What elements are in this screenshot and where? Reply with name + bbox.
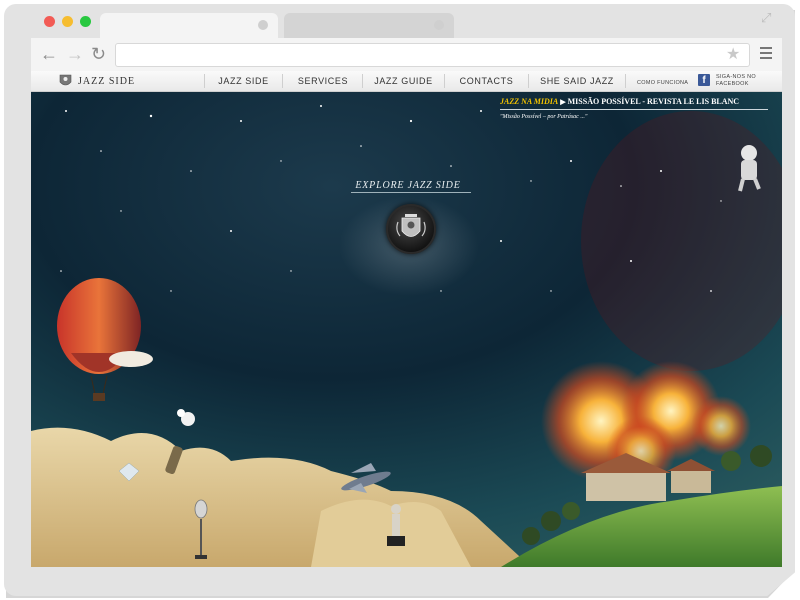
minimize-window-button[interactable] (62, 16, 73, 27)
facebook-follow-line2[interactable]: FACEBOOK (716, 81, 749, 87)
facebook-follow-line1[interactable]: SIGA-NOS NO (716, 74, 756, 80)
como-funciona-link[interactable]: COMO FUNCIONA (637, 80, 688, 86)
news-label: JAZZ NA MIDIA (500, 97, 559, 106)
nav-item-jazz-guide[interactable]: JAZZ GUIDE (363, 71, 444, 91)
tab-close-icon[interactable] (434, 20, 444, 30)
crest-icon (396, 214, 426, 237)
site-brand[interactable]: JAZZ SIDE (78, 76, 135, 87)
facebook-icon[interactable]: f (698, 74, 710, 86)
hero-illustration (31, 91, 782, 567)
news-headline[interactable]: JAZZ NA MIDIA ▶ MISSÃO POSSÍVEL - REVIST… (500, 97, 739, 106)
nav-item-jazz-side[interactable]: JAZZ SIDE (205, 71, 282, 91)
expand-icon[interactable]: ⤢ (761, 10, 771, 26)
address-bar[interactable] (115, 43, 750, 67)
page-viewport: JAZZ SIDE JAZZ SIDE SERVICES JAZZ GUIDE … (31, 71, 782, 567)
explore-emblem-button[interactable] (386, 204, 436, 254)
explore-underline (351, 192, 471, 193)
play-triangle-icon: ▶ (560, 98, 566, 106)
nav-item-contacts[interactable]: CONTACTS (445, 71, 528, 91)
browser-tab-active[interactable] (100, 13, 278, 39)
explore-label[interactable]: EXPLORE JAZZ SIDE (343, 180, 473, 191)
news-underline (500, 109, 768, 110)
zoom-window-button[interactable] (80, 16, 91, 27)
reload-icon[interactable]: ↻ (91, 45, 106, 63)
nav-item-services[interactable]: SERVICES (283, 71, 363, 91)
browser-window: ⤢ ← → ↻ ★ JAZZ SIDE JAZZ SIDE SERVICES J… (0, 0, 800, 600)
arrow-right-icon[interactable]: → (66, 45, 84, 63)
star-icon[interactable]: ★ (726, 44, 740, 64)
news-quote[interactable]: "Missão Possível – por Patrásac ..." (500, 114, 587, 120)
nav-item-she-said-jazz[interactable]: SHE SAID JAZZ (529, 71, 625, 91)
arrow-left-icon[interactable]: ← (40, 45, 58, 63)
tab-close-icon[interactable] (258, 20, 268, 30)
close-window-button[interactable] (44, 16, 55, 27)
jazz-side-crest-icon[interactable] (59, 73, 72, 88)
news-title[interactable]: MISSÃO POSSÍVEL - REVISTA LE LIS BLANC (568, 97, 739, 106)
hamburger-icon[interactable] (760, 47, 772, 62)
nav-divider (625, 74, 626, 88)
site-header: JAZZ SIDE JAZZ SIDE SERVICES JAZZ GUIDE … (31, 71, 782, 92)
browser-tab-inactive[interactable] (284, 13, 454, 39)
